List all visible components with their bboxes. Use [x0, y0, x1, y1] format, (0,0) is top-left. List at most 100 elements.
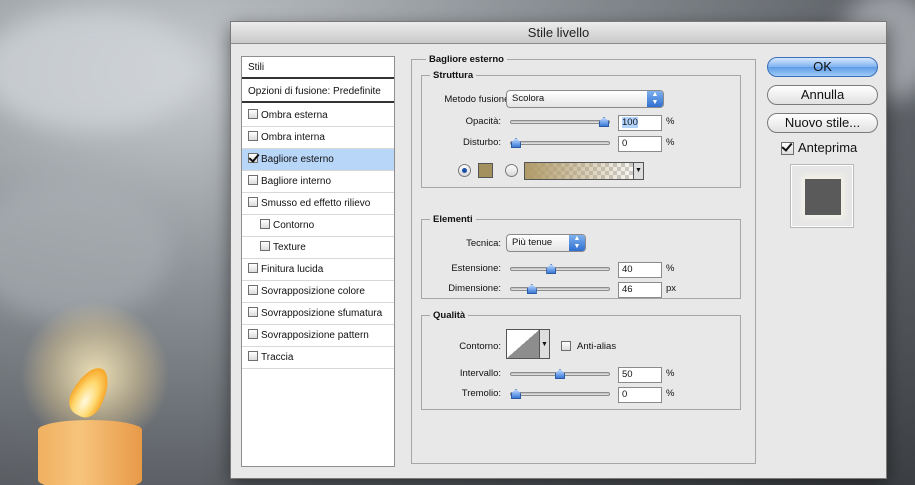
size-slider[interactable]: [510, 284, 610, 294]
range-slider-thumb[interactable]: [555, 369, 565, 379]
cancel-button[interactable]: Annulla: [767, 85, 878, 105]
cloud: [0, 180, 170, 320]
blending-options-item[interactable]: Opzioni di fusione: Predefinite: [242, 81, 394, 103]
range-label: Intervallo:: [459, 368, 501, 379]
opacity-field[interactable]: 100: [618, 115, 662, 131]
style-item[interactable]: Finitura lucida: [242, 259, 394, 281]
technique-value: Più tenue: [512, 237, 553, 248]
jitter-slider-thumb[interactable]: [511, 389, 521, 399]
jitter-field[interactable]: 0: [618, 387, 662, 403]
ok-button[interactable]: OK: [767, 57, 878, 77]
blending-options-label: Opzioni di fusione: Predefinite: [248, 86, 381, 97]
style-item[interactable]: Texture: [242, 237, 394, 259]
size-field[interactable]: 46: [618, 282, 662, 298]
style-item-checkbox[interactable]: [260, 219, 270, 229]
style-item-label: Ombra interna: [261, 132, 325, 143]
style-item-checkbox[interactable]: [248, 307, 258, 317]
style-item-checkbox[interactable]: [248, 153, 258, 163]
elements-group: Elementi Tecnica: Più tenue ▲ ▼ Estension…: [421, 214, 741, 299]
solid-color-radio[interactable]: [458, 164, 471, 177]
spread-field[interactable]: 40: [618, 262, 662, 278]
style-item[interactable]: Bagliore interno: [242, 171, 394, 193]
style-item-label: Sovrapposizione pattern: [261, 330, 369, 341]
candle-body: [38, 420, 142, 485]
style-item-label: Smusso ed effetto rilievo: [261, 198, 371, 209]
jitter-slider[interactable]: [510, 389, 610, 399]
antialias-label: Anti-alias: [577, 341, 617, 352]
style-item-checkbox[interactable]: [248, 351, 258, 361]
contour-picker[interactable]: [506, 329, 540, 359]
style-item-checkbox[interactable]: [248, 285, 258, 295]
range-slider[interactable]: [510, 369, 610, 379]
style-item[interactable]: Bagliore esterno: [242, 149, 394, 171]
style-item[interactable]: Traccia: [242, 347, 394, 369]
cloud: [0, 10, 200, 130]
style-item[interactable]: Ombra esterna: [242, 105, 394, 127]
size-slider-thumb[interactable]: [526, 284, 537, 294]
styles-list: Stili Opzioni di fusione: Predefinite Om…: [241, 56, 395, 467]
style-item-checkbox[interactable]: [248, 109, 258, 119]
style-item-label: Sovrapposizione colore: [261, 286, 365, 297]
quality-group: Qualità Contorno: ▼ Anti-alias Intervall…: [421, 310, 741, 410]
size-label: Dimensione:: [448, 283, 501, 294]
style-item-checkbox[interactable]: [248, 329, 258, 339]
opacity-slider-thumb[interactable]: [599, 117, 609, 127]
glow-color-swatch[interactable]: [478, 163, 493, 178]
spread-slider[interactable]: [510, 264, 610, 274]
style-item-label: Bagliore interno: [261, 176, 332, 187]
spread-label: Estensione:: [451, 263, 501, 274]
noise-slider[interactable]: [510, 138, 610, 148]
style-item-label: Ombra esterna: [261, 110, 328, 121]
style-item[interactable]: Ombra interna: [242, 127, 394, 149]
preview-checkbox[interactable]: [781, 142, 794, 155]
popup-arrows-icon: ▲ ▼: [569, 235, 585, 251]
style-item[interactable]: Sovrapposizione colore: [242, 281, 394, 303]
style-item-label: Texture: [273, 242, 306, 253]
style-item-checkbox[interactable]: [248, 197, 258, 207]
range-unit: %: [666, 368, 675, 379]
style-item[interactable]: Sovrapposizione sfumatura: [242, 303, 394, 325]
style-item-checkbox[interactable]: [248, 131, 258, 141]
blend-mode-value: Scolora: [512, 93, 545, 104]
new-style-button[interactable]: Nuovo stile...: [767, 113, 878, 133]
style-preview-swatch: [805, 179, 841, 215]
styles-header[interactable]: Stili: [242, 57, 394, 79]
technique-label: Tecnica:: [466, 238, 501, 249]
antialias-checkbox[interactable]: [561, 341, 571, 351]
noise-label: Disturbo:: [462, 137, 501, 148]
style-preview: [790, 164, 854, 228]
quality-title: Qualità: [430, 310, 469, 321]
technique-select[interactable]: Più tenue ▲ ▼: [506, 234, 586, 252]
styles-header-label: Stili: [248, 62, 265, 73]
gradient-radio[interactable]: [505, 164, 518, 177]
structure-title: Struttura: [430, 70, 477, 81]
structure-group: Struttura Metodo fusione: Scolora ▲ ▼ Opa…: [421, 70, 741, 188]
blend-mode-select[interactable]: Scolora ▲ ▼: [506, 90, 664, 108]
style-item-label: Bagliore esterno: [261, 154, 334, 165]
jitter-label: Tremolio:: [461, 388, 501, 399]
opacity-slider[interactable]: [510, 117, 610, 127]
style-item[interactable]: Sovrapposizione pattern: [242, 325, 394, 347]
chevron-down-icon[interactable]: ▼: [633, 163, 643, 179]
jitter-unit: %: [666, 388, 675, 399]
range-field[interactable]: 50: [618, 367, 662, 383]
style-item-checkbox[interactable]: [260, 241, 270, 251]
style-item-label: Contorno: [273, 220, 315, 231]
blend-mode-label: Metodo fusione:: [444, 94, 512, 105]
contour-label: Contorno:: [459, 341, 501, 352]
style-item[interactable]: Smusso ed effetto rilievo: [242, 193, 394, 215]
style-item[interactable]: Contorno: [242, 215, 394, 237]
elements-title: Elementi: [430, 214, 476, 225]
glow-gradient-picker[interactable]: ▼: [524, 162, 644, 180]
size-unit: px: [666, 283, 677, 294]
layer-style-dialog: Stile livello Stili Opzioni di fusione: …: [230, 21, 887, 479]
opacity-label: Opacità:: [465, 116, 501, 127]
chevron-down-icon[interactable]: ▼: [540, 329, 550, 359]
style-item-checkbox[interactable]: [248, 175, 258, 185]
style-item-label: Finitura lucida: [261, 264, 324, 275]
noise-field[interactable]: 0: [618, 136, 662, 152]
outer-glow-title: Bagliore esterno: [426, 54, 507, 65]
style-item-checkbox[interactable]: [248, 263, 258, 273]
spread-slider-thumb[interactable]: [546, 264, 557, 274]
noise-slider-thumb[interactable]: [511, 138, 521, 148]
